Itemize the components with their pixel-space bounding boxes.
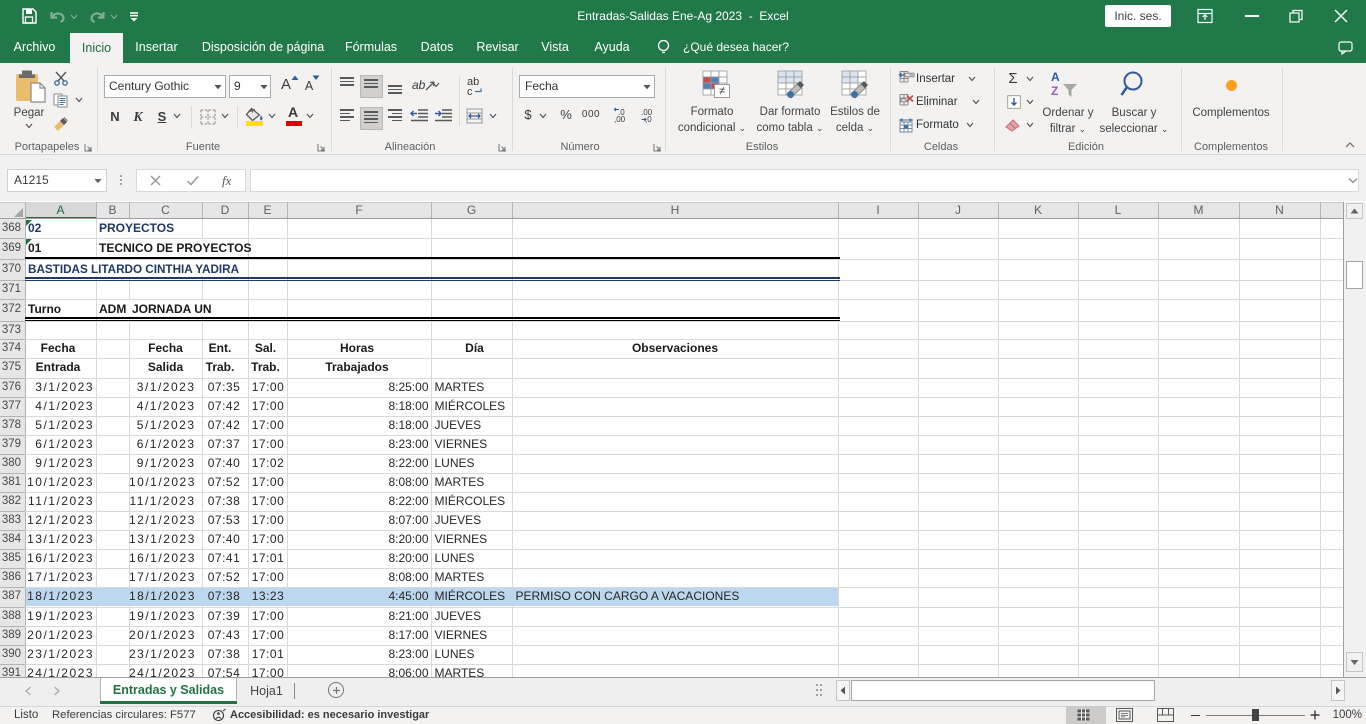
svg-text:A: A	[1051, 70, 1060, 84]
svg-text:Z: Z	[1051, 84, 1058, 98]
svg-text:,00: ,00	[614, 115, 626, 123]
svg-text:ab: ab	[412, 78, 426, 92]
svg-text:c: c	[467, 86, 473, 95]
